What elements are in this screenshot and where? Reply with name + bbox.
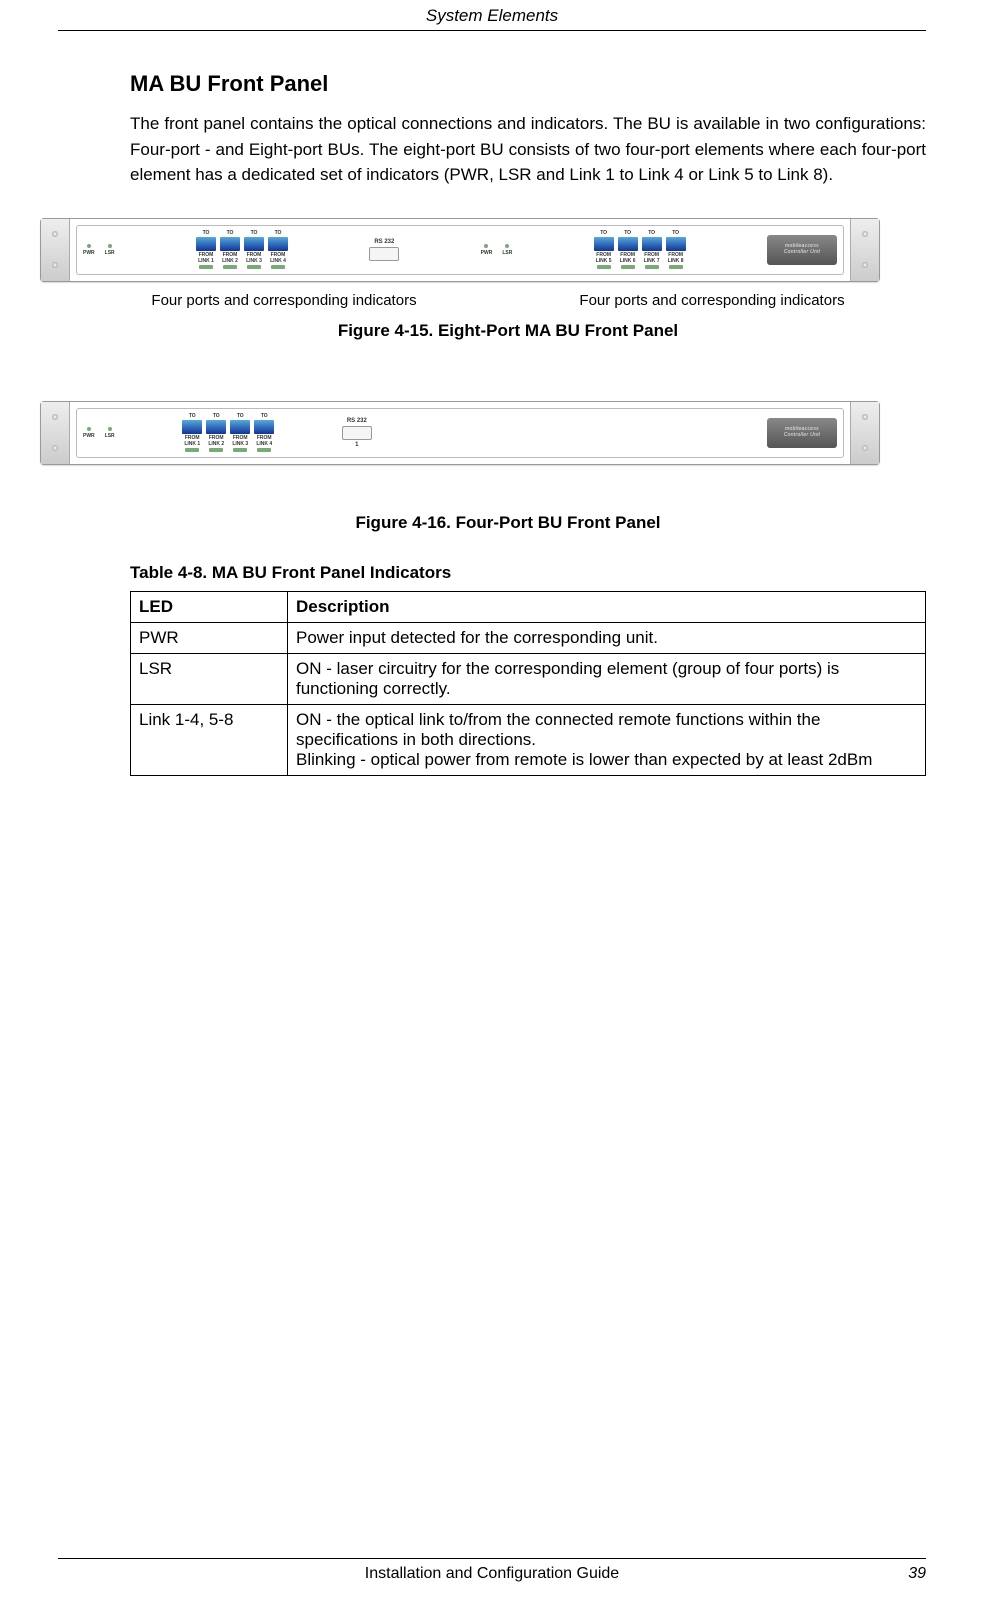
td-desc: ON - laser circuitry for the correspondi… [288,653,926,704]
link1-port: TOFROMLINK 1 [196,230,216,269]
panel-inner: PWR LSR TOFROMLINK 1 TOFROMLINK 2 TOFROM… [76,225,844,275]
ports-right-group: TOFROMLINK 5 TOFROMLINK 6 TOFROMLINK 7 T… [594,230,686,269]
ports-group-4: TOFROMLINK 1 TOFROMLINK 2 TOFROMLINK 3 T… [182,413,274,452]
rack-ear-left [41,219,70,281]
td-led: LSR [131,653,288,704]
figure15-captions: Four ports and corresponding indicators … [70,292,926,309]
page-header: System Elements [58,0,926,31]
brand-plate: mobileaccessController Unit [767,235,837,265]
page-content: MA BU Front Panel The front panel contai… [0,31,984,776]
section-heading: MA BU Front Panel [130,71,926,97]
4-link3: TOFROMLINK 3 [230,413,250,452]
header-title: System Elements [426,6,558,25]
rs232-port: RS 232 [369,239,399,261]
caption-right: Four ports and corresponding indicators [579,292,844,309]
brand-plate-4: mobileaccessController Unit [767,418,837,448]
indicators-table: LED Description PWR Power input detected… [130,591,926,776]
link5-port: TOFROMLINK 5 [594,230,614,269]
td-led: Link 1-4, 5-8 [131,704,288,775]
link2-port: TOFROMLINK 2 [220,230,240,269]
table-row: PWR Power input detected for the corresp… [131,622,926,653]
eight-port-panel: PWR LSR TOFROMLINK 1 TOFROMLINK 2 TOFROM… [40,218,880,282]
panel-inner-4: PWR LSR TOFROMLINK 1 TOFROMLINK 2 TOFROM… [76,408,844,458]
th-led: LED [131,591,288,622]
table-row: LSR ON - laser circuitry for the corresp… [131,653,926,704]
4-link4: TOFROMLINK 4 [254,413,274,452]
figure-8port-panel: PWR LSR TOFROMLINK 1 TOFROMLINK 2 TOFROM… [40,218,926,282]
lsr-label-4: LSR [105,433,115,439]
table-header-row: LED Description [131,591,926,622]
pwr-label: PWR [83,250,95,256]
td-desc: Power input detected for the correspondi… [288,622,926,653]
link3-port: TOFROMLINK 3 [244,230,264,269]
four-port-panel: PWR LSR TOFROMLINK 1 TOFROMLINK 2 TOFROM… [40,401,880,465]
rack-ear-right-4 [850,402,879,464]
lsr-label-2: LSR [502,250,512,256]
link4-port: TOFROMLINK 4 [268,230,288,269]
rack-ear-left-4 [41,402,70,464]
pwr-label-4: PWR [83,433,95,439]
pwr-label-2: PWR [481,250,493,256]
rack-ear-right [850,219,879,281]
table-row: Link 1-4, 5-8 ON - the optical link to/f… [131,704,926,775]
figure-4port-panel: PWR LSR TOFROMLINK 1 TOFROMLINK 2 TOFROM… [40,401,926,465]
4-link1: TOFROMLINK 1 [182,413,202,452]
page-footer: Installation and Configuration Guide 39 [58,1558,926,1583]
footer-title: Installation and Configuration Guide [58,1565,926,1583]
td-led: PWR [131,622,288,653]
figure16-caption: Figure 4-16. Four-Port BU Front Panel [90,513,926,533]
rs232-port-4: RS 2321 [342,418,372,448]
th-desc: Description [288,591,926,622]
figure15-caption: Figure 4-15. Eight-Port MA BU Front Pane… [90,321,926,341]
td-desc: ON - the optical link to/from the connec… [288,704,926,775]
ports-left-group: TOFROMLINK 1 TOFROMLINK 2 TOFROMLINK 3 T… [196,230,288,269]
4-link2: TOFROMLINK 2 [206,413,226,452]
link7-port: TOFROMLINK 7 [642,230,662,269]
lsr-label: LSR [105,250,115,256]
led-group-4: PWR LSR [83,427,115,439]
led-group-left: PWR LSR [83,244,115,256]
led-group-right: PWR LSR [481,244,513,256]
caption-left: Four ports and corresponding indicators [151,292,416,309]
table-caption: Table 4-8. MA BU Front Panel Indicators [130,563,926,583]
link8-port: TOFROMLINK 8 [666,230,686,269]
section-paragraph: The front panel contains the optical con… [130,111,926,188]
link6-port: TOFROMLINK 6 [618,230,638,269]
